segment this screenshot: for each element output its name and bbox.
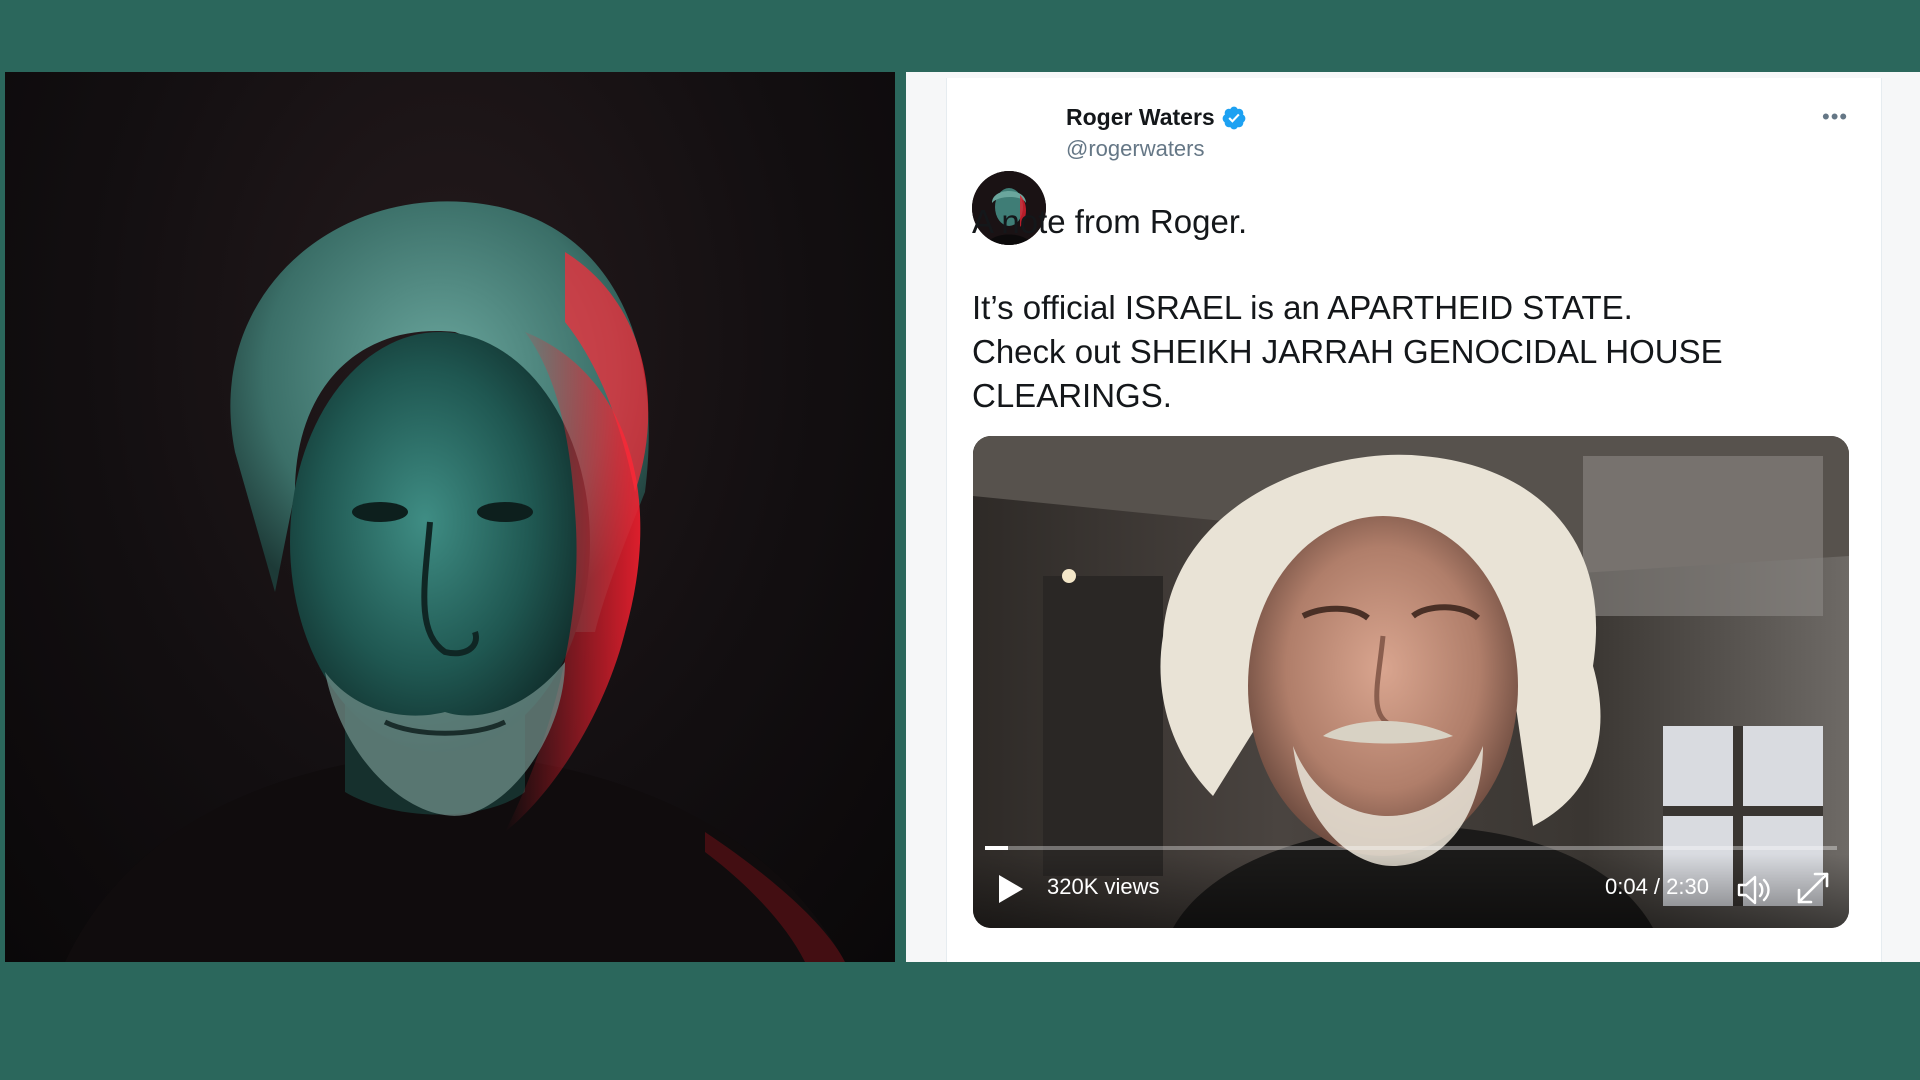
tweet-text-line: A note from Roger. <box>972 203 1248 240</box>
video-time: 0:04 / 2:30 <box>1605 874 1709 899</box>
author-handle[interactable]: @rogerwaters <box>1066 136 1205 162</box>
author-name-row[interactable]: Roger Waters <box>1066 104 1247 131</box>
volume-icon[interactable] <box>1733 870 1773 910</box>
video-controls: 320K views 0:04 / 2:30 <box>973 854 1849 928</box>
tweet-text-line: Check out SHEIKH JARRAH GENOCIDAL HOUSE <box>972 333 1723 370</box>
verified-badge-icon <box>1222 106 1246 129</box>
video-progress-fill <box>985 846 1008 850</box>
portrait-photo <box>5 72 895 962</box>
tweet-text-line: It’s official ISRAEL is an APARTHEID STA… <box>972 289 1633 326</box>
tweet-text-line: CLEARINGS. <box>972 377 1172 414</box>
video-progress-bar[interactable] <box>985 846 1837 850</box>
tweet-text: A note from Roger. It’s official ISRAEL … <box>972 200 1752 418</box>
video-view-count: 320K views <box>1047 874 1160 899</box>
more-options-icon[interactable]: ••• <box>1822 104 1848 130</box>
play-icon[interactable] <box>995 872 1027 906</box>
video-player[interactable]: 320K views 0:04 / 2:30 <box>973 436 1849 928</box>
fullscreen-icon[interactable] <box>1795 870 1831 906</box>
display-name[interactable]: Roger Waters <box>1066 104 1215 131</box>
